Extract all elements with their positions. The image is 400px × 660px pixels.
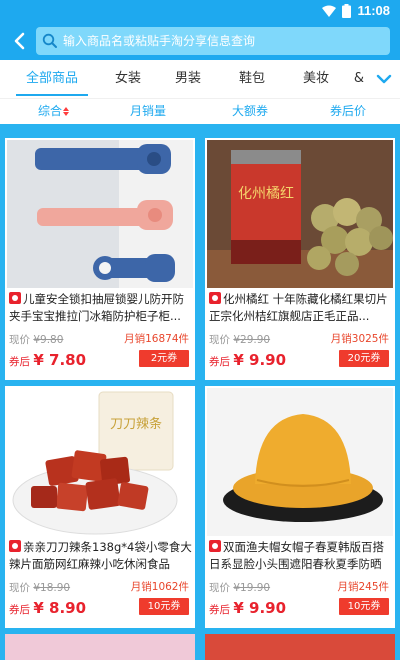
tmall-badge-icon — [209, 540, 221, 552]
battery-icon — [342, 3, 352, 18]
after-coupon-price: 券后 ¥ 7.80 — [9, 351, 87, 369]
tab-shoes-bags[interactable]: 鞋包 — [232, 60, 272, 98]
product-card[interactable]: 儿童安全锁扣抽屉锁婴儿防开防夹手宝宝推拉门冰箱防护柜子柜... 现价 ¥9.80… — [5, 138, 195, 380]
sort-big-coupon[interactable]: 大额券 — [232, 99, 268, 125]
sort-label: 综合 — [38, 104, 63, 118]
tab-all-products[interactable]: 全部商品 — [16, 60, 88, 98]
product-image: 化州橘红 — [207, 140, 393, 288]
monthly-sales: 月销245件 — [337, 581, 389, 593]
status-bar: 11:08 — [0, 0, 400, 22]
spicy-strip-image: 刀刀辣条 — [7, 388, 193, 536]
more-categories-button[interactable] — [374, 69, 394, 89]
original-price: 现价 ¥9.80 — [9, 334, 64, 346]
product-card[interactable]: 化州橘红 化州橘红 十年陈藏化橘红果切片正宗化州桔红旗舰店正毛正品... 现价 … — [205, 138, 395, 380]
tmall-badge-icon — [209, 292, 221, 304]
product-title: 亲亲刀刀辣条138g*4袋小零食大辣片面筋网红麻辣小吃休闲食品 — [9, 540, 192, 571]
monthly-sales: 月销1062件 — [130, 581, 189, 593]
orange-peel-image: 化州橘红 — [207, 140, 393, 288]
tmall-badge-icon — [9, 292, 21, 304]
status-time: 11:08 — [357, 3, 390, 18]
category-tabs: 全部商品 女装 男装 鞋包 美妆 & — [0, 60, 400, 98]
status-icons: 11:08 — [322, 3, 390, 18]
product-image — [207, 388, 393, 536]
product-title: 双面渔夫帽女帽子春夏韩版百搭日系显脸小头围遮阳春秋夏季防晒 — [209, 540, 384, 571]
product-title: 化州橘红 十年陈藏化橘红果切片正宗化州桔红旗舰店正毛正品... — [209, 292, 388, 323]
coupon-button[interactable]: 10元券 — [339, 598, 389, 615]
coupon-button[interactable]: 10元券 — [139, 598, 189, 615]
product-card[interactable]: 刀刀辣条 亲亲刀刀辣条138g*4袋小零食大辣片面筋网红麻辣小吃休闲食品 现价 … — [5, 386, 195, 628]
after-coupon-price: 券后 ¥ 9.90 — [209, 351, 287, 369]
back-button[interactable] — [8, 30, 30, 52]
tab-beauty[interactable]: 美妆 — [296, 60, 336, 98]
monthly-sales: 月销3025件 — [330, 333, 389, 345]
tab-mens[interactable]: 男装 — [168, 60, 208, 98]
bucket-hat-image — [207, 388, 393, 536]
product-card-peek[interactable] — [205, 634, 395, 660]
sort-after-coupon-price[interactable]: 券后价 — [330, 99, 366, 125]
sort-bar: 综合 月销量 大额券 券后价 — [0, 98, 400, 124]
search-box[interactable] — [36, 27, 390, 55]
sort-comprehensive[interactable]: 综合 — [38, 99, 71, 125]
monthly-sales: 月销16874件 — [124, 333, 189, 345]
chevron-down-icon — [376, 74, 392, 84]
tab-partial[interactable]: & — [352, 60, 366, 98]
coupon-button[interactable]: 2元券 — [139, 350, 189, 367]
after-coupon-price: 券后 ¥ 8.90 — [9, 599, 87, 617]
product-image — [7, 140, 193, 288]
after-coupon-price: 券后 ¥ 9.90 — [209, 599, 287, 617]
product-grid: 儿童安全锁扣抽屉锁婴儿防开防夹手宝宝推拉门冰箱防护柜子柜... 现价 ¥9.80… — [0, 124, 400, 660]
tmall-badge-icon — [9, 540, 21, 552]
product-title: 儿童安全锁扣抽屉锁婴儿防开防夹手宝宝推拉门冰箱防护柜子柜... — [9, 292, 184, 323]
wifi-icon — [322, 5, 337, 17]
bag-label-text: 刀刀辣条 — [110, 416, 162, 432]
child-lock-image — [7, 140, 193, 288]
original-price: 现价 ¥29.90 — [209, 334, 271, 346]
search-header — [0, 22, 400, 60]
chevron-left-icon — [14, 32, 25, 50]
product-card-peek[interactable] — [5, 634, 195, 660]
tab-womens[interactable]: 女装 — [108, 60, 148, 98]
coupon-button[interactable]: 20元券 — [339, 350, 389, 367]
original-price: 现价 ¥19.90 — [209, 582, 271, 594]
tin-label-text: 化州橘红 — [238, 186, 294, 202]
active-tab-indicator — [16, 94, 88, 96]
sort-arrows-icon — [63, 106, 71, 117]
product-card[interactable]: 双面渔夫帽女帽子春夏韩版百搭日系显脸小头围遮阳春秋夏季防晒 现价 ¥19.90 … — [205, 386, 395, 628]
product-image: 刀刀辣条 — [7, 388, 193, 536]
search-icon — [42, 33, 57, 48]
search-input[interactable] — [63, 34, 363, 48]
sort-monthly-sales[interactable]: 月销量 — [130, 99, 166, 125]
original-price: 现价 ¥18.90 — [9, 582, 71, 594]
